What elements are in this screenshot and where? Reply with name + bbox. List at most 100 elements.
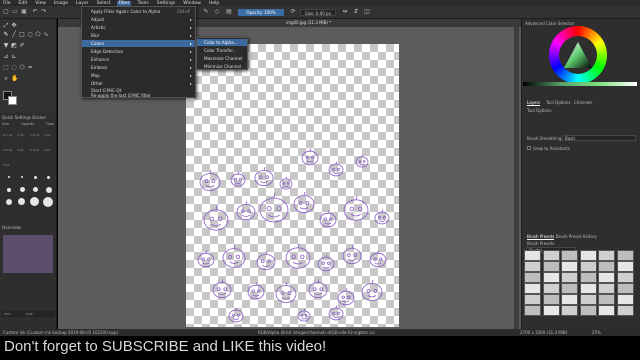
size-option[interactable]: 5 px (3, 163, 10, 167)
menu-filter[interactable]: Filter (117, 0, 131, 6)
brush-preset-thumbnail[interactable] (542, 283, 560, 294)
polygon-tool-icon[interactable]: ⬠ (35, 32, 41, 38)
brush-size-dot[interactable] (18, 198, 25, 205)
brush-preset-thumbnail[interactable] (542, 305, 560, 316)
menu-select[interactable]: Select (96, 1, 112, 6)
transform-tool-icon[interactable]: ⤢ (3, 23, 9, 29)
brush-preset-thumbnail[interactable] (579, 305, 597, 316)
menu-settings[interactable]: Settings (156, 1, 176, 6)
menu-tools[interactable]: Tools (137, 1, 150, 6)
brush-preset-thumbnail[interactable] (616, 272, 634, 283)
brush-preset-thumbnail[interactable] (598, 283, 615, 294)
brush-size-dot[interactable] (7, 188, 11, 192)
size-option[interactable]: 1 px (17, 133, 24, 137)
menu-item-artistic[interactable]: Artistic ▸ (82, 24, 195, 31)
line-tool-icon[interactable]: ╱ (11, 32, 17, 38)
brush-preset-thumbnail[interactable] (616, 305, 634, 316)
size-option[interactable]: 1.5 px (30, 133, 39, 137)
brush-preset-thumbnail[interactable] (561, 294, 578, 305)
measure-tool-icon[interactable]: ⊾ (11, 54, 17, 60)
freehand-brush-tool-icon[interactable]: ✎ (3, 32, 9, 38)
brush-preset-thumbnail[interactable] (561, 272, 578, 283)
brush-preset-thumbnail[interactable] (561, 250, 578, 261)
brush-size-dot[interactable] (30, 197, 39, 206)
menu-item-adjust[interactable]: Adjust ▸ (82, 16, 195, 23)
redo-icon[interactable]: ↷ (41, 9, 47, 15)
tab-layers[interactable]: Layers (527, 100, 541, 106)
alpha-lock-icon[interactable]: ▤ (226, 9, 232, 15)
snap-assistants-checkbox[interactable] (527, 146, 531, 150)
menu-image[interactable]: Image (53, 1, 69, 6)
brush-preset-thumbnail[interactable] (561, 261, 578, 272)
brush-preset-thumbnail[interactable] (598, 294, 615, 305)
menu-item-blur[interactable]: Blur ▸ (82, 32, 195, 39)
ellipse-tool-icon[interactable]: ○ (27, 32, 33, 38)
rect-select-tool-icon[interactable]: ⬚ (3, 65, 9, 71)
size-slider[interactable]: Size: 6.00 px (300, 9, 336, 16)
brush-preset-thumbnail[interactable] (524, 294, 541, 305)
mirror-horizontal-icon[interactable]: ⇹ (342, 9, 348, 15)
size-option[interactable]: 0.7 px (3, 133, 12, 137)
menu-item-colors[interactable]: Colors ▸ (82, 40, 195, 47)
wrap-around-icon[interactable]: ◫ (364, 9, 370, 15)
menu-item-edge-detection[interactable]: Edge Detection ▸ (82, 48, 195, 55)
bezier-tool-icon[interactable]: ∿ (43, 32, 49, 38)
brush-preset-thumbnail[interactable] (524, 305, 541, 316)
brush-preset-thumbnail[interactable] (616, 250, 634, 261)
brush-preset-thumbnail[interactable] (524, 272, 541, 283)
gradient-tool-icon[interactable]: ◩ (11, 43, 17, 49)
brush-preset-thumbnail[interactable] (598, 250, 615, 261)
brush-size-dot[interactable] (34, 176, 37, 179)
move-tool-icon[interactable]: ✥ (11, 23, 17, 29)
tab-tool-options[interactable]: Tool Options (546, 100, 570, 105)
size-option[interactable]: 4 px (44, 148, 51, 152)
tab-brush-preset-history[interactable]: Brush Preset History (556, 234, 597, 239)
menu-help[interactable]: Help (208, 1, 220, 6)
color-triangle[interactable] (562, 40, 594, 70)
menu-item-reapply-gmic[interactable]: Re-apply the last G'MIC filter (82, 93, 195, 99)
size-option[interactable]: 2.5 px (3, 148, 12, 152)
brush-preset-thumbnail[interactable] (524, 283, 541, 294)
tab-size[interactable]: Size (2, 122, 9, 126)
menu-item-apply-filter-again[interactable]: Apply Filter Again: Color to Alpha Ctrl+F (82, 8, 195, 15)
brush-size-dot[interactable] (46, 187, 52, 193)
size-option[interactable]: 2 px (44, 133, 51, 137)
brush-size-dot[interactable] (21, 176, 23, 178)
brush-preset-thumbnail[interactable] (542, 261, 560, 272)
polygon-select-tool-icon[interactable]: ⬡ (19, 65, 25, 71)
brush-preset-thumbnail[interactable] (542, 250, 560, 261)
brush-preset-thumbnail[interactable] (579, 272, 597, 283)
brush-preset-thumbnail[interactable] (542, 272, 560, 283)
brush-preset-icon[interactable]: ✎ (203, 9, 209, 15)
brush-size-dot[interactable] (8, 176, 10, 178)
submenu-item-minimize-channel[interactable]: Minimize Channel (197, 63, 247, 70)
brush-size-dot[interactable] (33, 187, 38, 192)
rectangle-tool-icon[interactable]: □ (19, 32, 25, 38)
save-icon[interactable]: ▣ (21, 9, 27, 15)
brush-preset-thumbnail[interactable] (561, 305, 578, 316)
size-option[interactable]: 3 px (17, 148, 24, 152)
size-option[interactable]: 3.5 px (30, 148, 39, 152)
brush-size-dot[interactable] (47, 176, 50, 179)
tab-flow[interactable]: Flow (46, 122, 54, 126)
zoom-tool-icon[interactable]: ⌕ (3, 76, 9, 82)
menu-item-other[interactable]: Other ▸ (82, 80, 195, 87)
undo-icon[interactable]: ↶ (32, 9, 38, 15)
colorpicker-tool-icon[interactable]: ✐ (19, 43, 25, 49)
assistant-tool-icon[interactable]: ⊿ (3, 54, 9, 60)
brush-size-dot[interactable] (20, 187, 25, 192)
eraser-toggle-icon[interactable]: ◇ (214, 9, 220, 15)
freehand-select-tool-icon[interactable]: ≈ (27, 65, 33, 71)
menu-item-map[interactable]: Map ▸ (82, 72, 195, 79)
reload-preset-icon[interactable]: ⟳ (290, 9, 296, 15)
brush-smoothing-select[interactable]: Basic (562, 135, 636, 141)
ellipse-select-tool-icon[interactable]: ◌ (11, 65, 17, 71)
brush-preset-thumbnail[interactable] (542, 294, 560, 305)
brush-preset-thumbnail[interactable] (598, 305, 615, 316)
brush-preset-thumbnail[interactable] (616, 283, 634, 294)
brush-preset-thumbnail[interactable] (561, 283, 578, 294)
background-color-swatch[interactable] (8, 96, 17, 105)
open-document-icon[interactable]: ▭ (12, 9, 18, 15)
mirror-vertical-icon[interactable]: ⇵ (353, 9, 359, 15)
menu-view[interactable]: View (34, 1, 47, 6)
